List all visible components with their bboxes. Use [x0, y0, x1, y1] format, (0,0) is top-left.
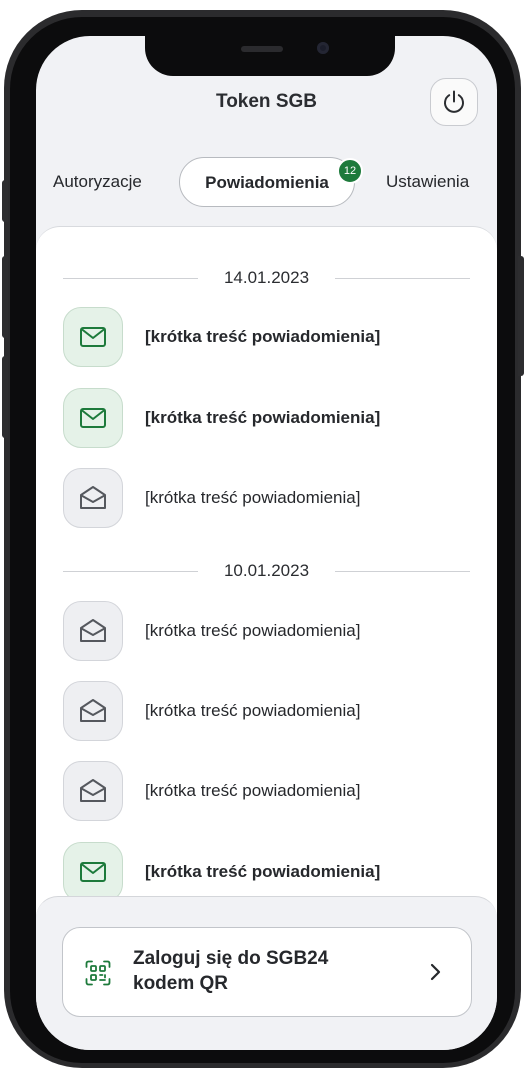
notification-item-read[interactable]: [krótka treść powiadomienia] — [63, 761, 470, 823]
mail-closed-icon — [80, 327, 106, 347]
notification-item-unread[interactable]: [krótka treść powiadomienia] — [63, 307, 470, 369]
tab-bar: Autoryzacje Powiadomienia 12 Ustawienia — [36, 154, 497, 210]
qr-login-line2: kodem QR — [133, 973, 229, 994]
notification-text: [krótka treść powiadomienia] — [145, 701, 361, 720]
notification-list: 14.01.2023 [krótka treść powiadomienia] … — [36, 226, 497, 946]
notch — [145, 36, 395, 76]
phone-volume-up — [2, 256, 8, 338]
mail-closed-icon — [80, 862, 106, 882]
notification-text: [krótka treść powiadomienia] — [145, 327, 381, 346]
notification-icon-box — [63, 468, 123, 528]
notification-icon-box — [63, 307, 123, 367]
date-separator: 10.01.2023 — [63, 560, 470, 582]
notification-text: [krótka treść powiadomienia] — [145, 408, 381, 427]
speaker-grille — [241, 46, 283, 52]
notification-text: [krótka treść powiadomienia] — [145, 621, 361, 640]
notification-icon-box — [63, 601, 123, 661]
phone-power-side-button — [518, 256, 524, 376]
notification-icon-box — [63, 761, 123, 821]
notification-icon-box — [63, 842, 123, 902]
qr-login-label: Zaloguj się do SGB24 kodem QR — [133, 946, 373, 996]
qr-scan-icon — [85, 960, 111, 986]
phone-mute-switch — [2, 180, 8, 222]
mail-open-icon — [80, 779, 106, 802]
notification-count-badge: 12 — [337, 158, 363, 184]
phone-volume-down — [2, 356, 8, 438]
front-camera — [317, 42, 329, 54]
tab-autoryzacje[interactable]: Autoryzacje — [53, 154, 142, 210]
tab-ustawienia[interactable]: Ustawienia — [386, 154, 469, 210]
notification-item-unread[interactable]: [krótka treść powiadomienia] — [63, 842, 470, 904]
mail-open-icon — [80, 486, 106, 509]
mail-closed-icon — [80, 408, 106, 428]
date-separator: 14.01.2023 — [63, 267, 470, 289]
mail-open-icon — [80, 619, 106, 642]
notification-text: [krótka treść powiadomienia] — [145, 781, 361, 800]
notification-item-read[interactable]: [krótka treść powiadomienia] — [63, 468, 470, 530]
divider-line — [335, 571, 470, 572]
app-screen: Token SGB Autoryzacje Powiadomienia 12 U… — [36, 36, 497, 1050]
notification-text: [krótka treść powiadomienia] — [145, 488, 361, 507]
notification-text: [krótka treść powiadomienia] — [145, 862, 381, 881]
qr-login-line1: Zaloguj się do SGB24 — [133, 948, 329, 969]
bottom-panel: Zaloguj się do SGB24 kodem QR — [36, 896, 497, 1050]
notification-icon-box — [63, 681, 123, 741]
qr-login-button[interactable]: Zaloguj się do SGB24 kodem QR — [62, 927, 472, 1017]
notification-item-read[interactable]: [krótka treść powiadomienia] — [63, 681, 470, 743]
mail-open-icon — [80, 699, 106, 722]
power-icon — [444, 90, 464, 113]
notification-item-unread[interactable]: [krótka treść powiadomienia] — [63, 388, 470, 450]
chevron-right-icon — [430, 963, 441, 981]
divider-line — [335, 278, 470, 279]
app-title: Token SGB — [216, 91, 317, 112]
notification-icon-box — [63, 388, 123, 448]
tab-powiadomienia[interactable]: Powiadomienia — [179, 157, 355, 207]
notification-item-read[interactable]: [krótka treść powiadomienia] — [63, 601, 470, 663]
logout-button[interactable] — [430, 78, 478, 126]
